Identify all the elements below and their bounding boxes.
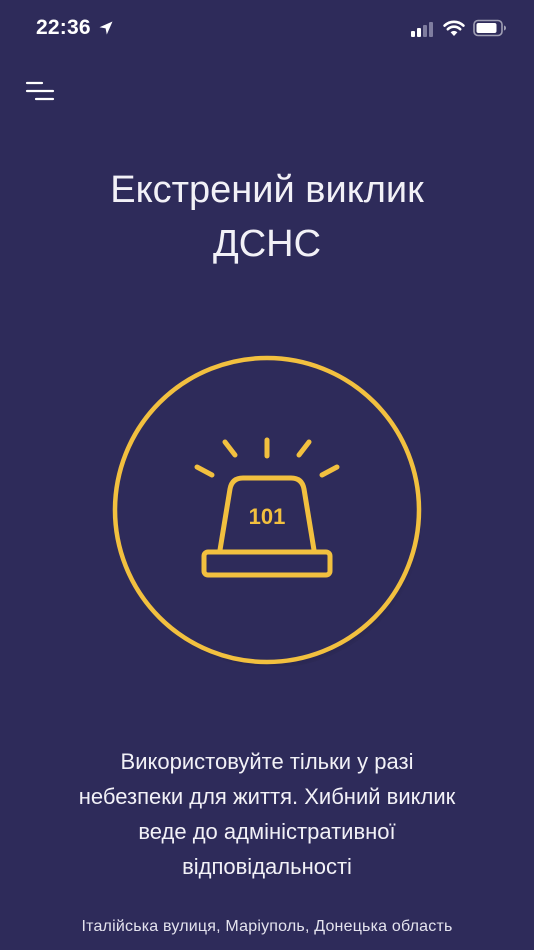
warning-text-line: веде до адміністративної bbox=[138, 819, 396, 844]
status-bar: 22:36 bbox=[0, 0, 534, 58]
warning-text: Використовуйте тільки у разі небезпеки д… bbox=[40, 744, 494, 884]
emergency-number: 101 bbox=[248, 504, 286, 529]
location-arrow-icon bbox=[99, 21, 113, 35]
menu-button[interactable] bbox=[22, 76, 60, 106]
hamburger-menu-icon bbox=[25, 81, 55, 101]
warning-text-line: Використовуйте тільки у разі bbox=[120, 749, 414, 774]
signal-icon bbox=[411, 22, 433, 37]
warning-text-line: відповідальності bbox=[182, 854, 352, 879]
page-title-line: Екстрений виклик bbox=[110, 169, 424, 211]
battery-icon bbox=[473, 19, 506, 37]
warning-text-line: небезпеки для життя. Хибний виклик bbox=[78, 784, 456, 809]
current-location: Італійська вулиця, Маріуполь, Донецька о… bbox=[81, 918, 453, 935]
wifi-icon bbox=[443, 20, 465, 36]
status-time: 22:36 bbox=[36, 16, 91, 39]
page-title: Екстрений виклик ДСНС bbox=[0, 163, 534, 271]
emergency-call-button[interactable]: 101 bbox=[111, 354, 423, 666]
page-title-line: ДСНС bbox=[212, 223, 322, 265]
